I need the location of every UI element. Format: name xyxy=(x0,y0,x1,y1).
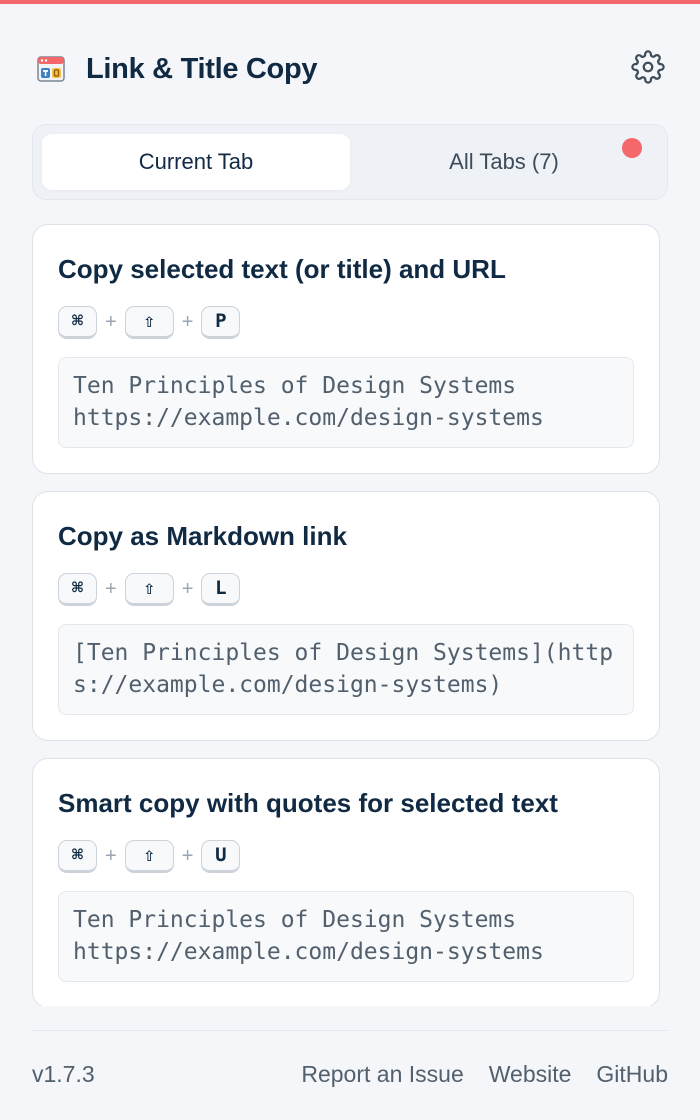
shortcut-card: Copy as Markdown link ⌘ + ⇧ + L [Ten Pri… xyxy=(32,491,660,741)
shift-key-icon: ⇧ xyxy=(124,572,174,606)
tab-bar: Current Tab All Tabs (7) xyxy=(32,124,668,200)
footer: v1.7.3 Report an Issue Website GitHub xyxy=(32,1054,668,1094)
copy-preview: Ten Principles of Design Systems https:/… xyxy=(58,357,634,448)
report-issue-link[interactable]: Report an Issue xyxy=(301,1061,463,1088)
card-title: Copy as Markdown link xyxy=(58,521,347,551)
shortcut-list[interactable]: Copy selected text (or title) and URL ⌘ … xyxy=(32,224,660,1006)
header: Link & Title Copy xyxy=(32,40,668,98)
plus-separator: + xyxy=(105,844,117,867)
card-title: Copy selected text (or title) and URL xyxy=(58,254,506,284)
footer-divider xyxy=(32,1030,668,1031)
gear-icon xyxy=(631,49,665,89)
github-link[interactable]: GitHub xyxy=(596,1061,668,1088)
card-title: Smart copy with quotes for selected text xyxy=(58,788,558,818)
plus-separator: + xyxy=(105,310,117,333)
keyboard-shortcut: ⌘ + ⇧ + P xyxy=(58,305,634,339)
plus-separator: + xyxy=(181,577,194,600)
command-key-icon: ⌘ xyxy=(58,572,97,606)
tab-all-tabs[interactable]: All Tabs (7) xyxy=(350,134,658,190)
tab-label: Current Tab xyxy=(138,149,254,174)
shortcut-card: Copy selected text (or title) and URL ⌘ … xyxy=(32,224,660,474)
letter-key: L xyxy=(201,572,241,606)
letter-key: U xyxy=(201,839,241,873)
copy-preview: [Ten Principles of Design Systems](https… xyxy=(58,624,634,715)
settings-button[interactable] xyxy=(628,49,668,89)
letter-key: P xyxy=(201,305,241,339)
notification-dot xyxy=(622,138,642,158)
app-title: Link & Title Copy xyxy=(86,52,318,85)
command-key-icon: ⌘ xyxy=(58,305,97,339)
tab-current-tab[interactable]: Current Tab xyxy=(42,134,350,190)
keyboard-shortcut: ⌘ + ⇧ + L xyxy=(58,572,634,606)
copy-preview: Ten Principles of Design Systems https:/… xyxy=(58,891,634,982)
tab-label: All Tabs (7) xyxy=(449,149,559,174)
top-accent-bar xyxy=(0,0,700,4)
shift-key-icon: ⇧ xyxy=(124,839,174,873)
keyboard-shortcut: ⌘ + ⇧ + U xyxy=(58,839,634,873)
shortcut-card: Smart copy with quotes for selected text… xyxy=(32,758,660,1006)
plus-separator: + xyxy=(105,577,117,600)
command-key-icon: ⌘ xyxy=(58,839,97,873)
version-label: v1.7.3 xyxy=(32,1060,95,1087)
footer-links: Report an Issue Website GitHub xyxy=(301,1061,668,1088)
browser-window-logo-icon xyxy=(36,54,66,84)
plus-separator: + xyxy=(181,844,194,867)
shift-key-icon: ⇧ xyxy=(124,305,174,339)
plus-separator: + xyxy=(181,310,194,333)
website-link[interactable]: Website xyxy=(489,1061,572,1088)
